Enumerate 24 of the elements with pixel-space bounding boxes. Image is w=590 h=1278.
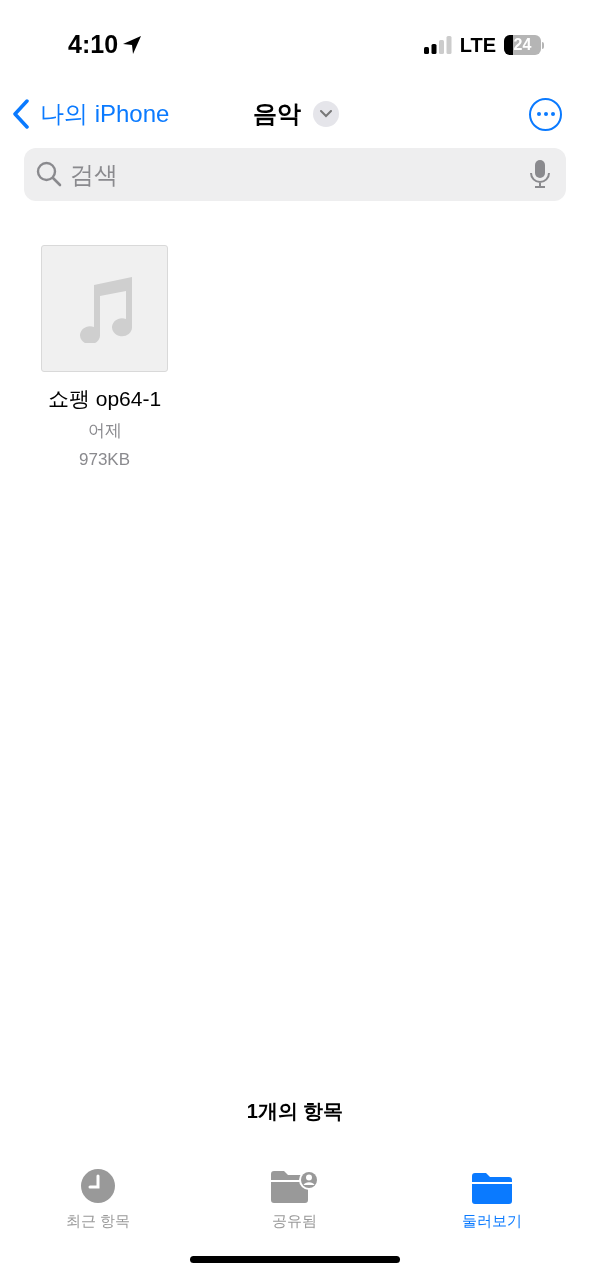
clock-icon — [80, 1167, 117, 1204]
file-name: 쇼팽 op64-1 — [47, 386, 162, 412]
item-count: 1개의 항목 — [246, 1099, 344, 1124]
more-button[interactable] — [529, 97, 562, 131]
microphone-icon — [530, 160, 550, 188]
battery-indicator: 24 — [504, 35, 544, 55]
chevron-down-icon — [320, 110, 332, 118]
file-size: 973KB — [78, 449, 130, 471]
tab-bar-item[interactable]: 최근 항목 — [33, 1162, 164, 1232]
network-label: LTE — [459, 33, 496, 58]
shared-folder-icon — [271, 1169, 319, 1204]
search-field[interactable]: 검색 — [24, 148, 566, 201]
folder-title-menu[interactable]: 음악 — [253, 96, 339, 132]
status-time: 4:10 — [68, 29, 119, 61]
file-date: 어제 — [87, 419, 122, 442]
file-thumbnail[interactable] — [41, 245, 168, 372]
chevron-left-icon — [12, 99, 30, 129]
location-arrow-icon — [122, 35, 143, 55]
folder-icon — [471, 1171, 512, 1204]
signal-icon — [423, 36, 452, 54]
tab-bar-item[interactable]: 공유됨 — [230, 1162, 360, 1232]
search-icon — [36, 161, 62, 187]
back-button[interactable]: 나의 iPhone — [12, 96, 170, 132]
tab-bar-item[interactable]: 둘러보기 — [426, 1162, 557, 1232]
